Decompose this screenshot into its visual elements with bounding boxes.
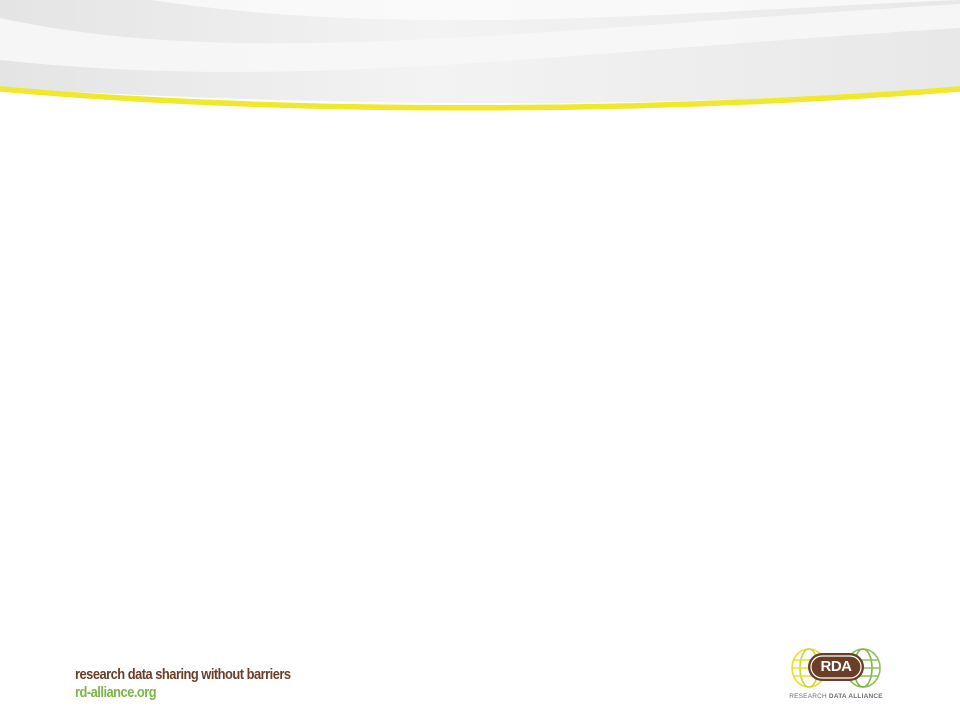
header-swoosh bbox=[0, 0, 960, 111]
slide: research data sharing without barriers r… bbox=[0, 0, 960, 720]
logo-caption: RESEARCH DATA ALLIANCE bbox=[786, 693, 886, 700]
footer-url[interactable]: rd-alliance.org bbox=[75, 685, 291, 700]
footer-branding: research data sharing without barriers r… bbox=[75, 667, 326, 700]
footer-tagline: research data sharing without barriers bbox=[75, 666, 291, 683]
logo-caption-data-alliance: DATA ALLIANCE bbox=[828, 693, 883, 700]
logo-caption-research: RESEARCH bbox=[789, 693, 829, 700]
logo-mark-text: RDA bbox=[820, 658, 853, 675]
rda-logo: RDA RESEARCH DATA ALLIANCE bbox=[786, 646, 886, 706]
